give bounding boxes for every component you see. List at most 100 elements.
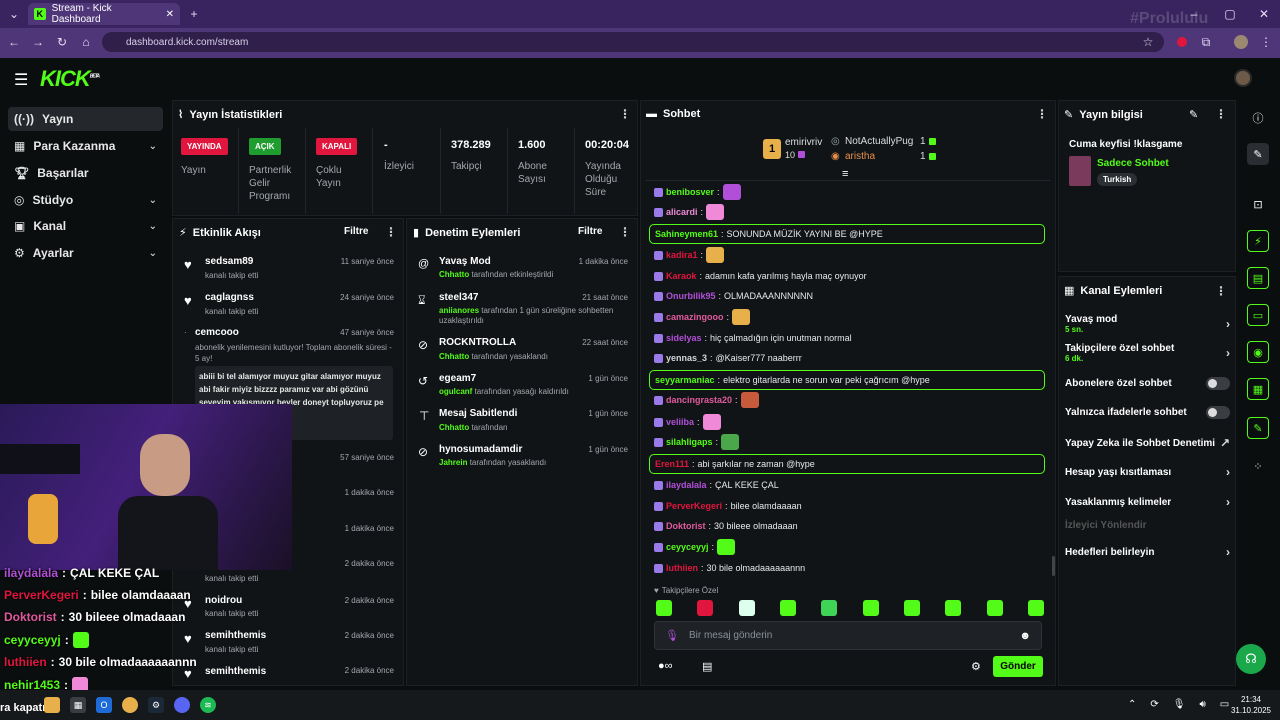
ai-moderation-action[interactable]: Yapay Zeka ile Sohbet Denetimi ↗ — [1065, 436, 1230, 450]
activity-filter-button[interactable]: Filtre — [344, 226, 368, 237]
chat-username[interactable]: seyyarmaniac — [655, 375, 715, 385]
mod-actor[interactable]: Chhatto — [439, 270, 469, 279]
send-button[interactable]: Gönder — [993, 656, 1043, 677]
emote-icon[interactable] — [656, 600, 672, 616]
activity-user[interactable]: caglagnss — [205, 292, 254, 303]
chat-emote-icon[interactable] — [702, 414, 721, 430]
support-headset-icon[interactable]: ☊ — [1236, 644, 1266, 674]
chat-emote-icon[interactable] — [706, 247, 725, 263]
browser-tab[interactable]: K Stream - Kick Dashboard ✕ — [28, 3, 180, 25]
chat-username[interactable]: luthiien — [666, 563, 698, 573]
chat-username[interactable]: ilaydalala — [666, 480, 707, 490]
account-age-action[interactable]: Hesap yaşı kısıtlaması › — [1065, 465, 1230, 479]
info-icon[interactable]: ⓘ — [1247, 107, 1269, 129]
top-gifter-name[interactable]: emirivriv — [785, 137, 822, 148]
lightning-icon[interactable]: ⚡︎ — [1247, 230, 1269, 252]
banned-words-action[interactable]: Yasaklanmış kelimeler › — [1065, 495, 1230, 509]
hamburger-menu-icon[interactable]: ☰ — [14, 70, 28, 90]
user-avatar[interactable] — [1234, 69, 1252, 87]
activity-user[interactable]: cemcooo — [195, 327, 239, 338]
wrench-icon[interactable]: ✎ — [1247, 417, 1269, 439]
volume-icon[interactable]: 🔊︎ — [1199, 699, 1205, 710]
activity-user[interactable]: noidrou — [205, 595, 242, 606]
chat-username[interactable]: camazingooo — [666, 312, 724, 322]
mod-actor[interactable]: Chhatto — [439, 352, 469, 361]
chat-username[interactable]: Sahineymen61 — [655, 229, 718, 239]
chat-username[interactable]: kadira1 — [666, 250, 698, 260]
emote-icon[interactable] — [697, 600, 714, 616]
activity-menu-icon[interactable]: ⋮ — [385, 225, 397, 239]
emotes-only-action[interactable]: Yalnızca ifadelerle sohbet — [1065, 406, 1230, 419]
spotify-icon[interactable]: ≋ — [200, 697, 216, 713]
address-bar[interactable]: dashboard.kick.com/stream — [102, 32, 1164, 52]
minimize-icon[interactable]: – — [1186, 6, 1202, 22]
chat-username[interactable]: yennas_3 — [666, 353, 707, 363]
apps-icon[interactable]: ⁘ — [1247, 455, 1269, 477]
sidebar-item-studyo[interactable]: ◎ Stüdyo ⌄ — [8, 188, 163, 212]
chat-username[interactable]: veliiba — [666, 417, 694, 427]
new-tab-icon[interactable]: + — [186, 6, 202, 22]
microphone-icon[interactable]: 🎙︎ — [1173, 699, 1186, 710]
mod-actor[interactable]: Jahrein — [439, 458, 467, 467]
back-icon[interactable]: ← — [6, 34, 22, 50]
emote-icon[interactable] — [903, 600, 920, 616]
slow-mode-action[interactable]: Yavaş mod 5 sn. › — [1065, 314, 1230, 334]
chat-scrollbar[interactable] — [1052, 556, 1055, 576]
chat-settings-icon[interactable]: ⚙ — [971, 660, 981, 673]
moderation-icon[interactable]: ▦ — [1247, 378, 1269, 400]
activity-user[interactable]: sedsam89 — [205, 256, 253, 267]
extension-icon[interactable] — [1177, 37, 1187, 47]
emote-icon[interactable] — [821, 600, 838, 616]
mod-actor[interactable]: Chhatto — [439, 423, 469, 432]
chat-username[interactable]: ceyyceyyj — [666, 542, 709, 552]
chat-emote-icon[interactable] — [717, 539, 736, 555]
chat-username[interactable]: dancingrasta20 — [666, 395, 732, 405]
sidebar-item-para-kazanma[interactable]: ▦ Para Kazanma ⌄ — [8, 134, 163, 158]
emotes-only-toggle[interactable] — [1206, 406, 1230, 419]
mod-actor[interactable]: aniianores — [439, 306, 479, 315]
steam-icon[interactable]: ⚙ — [148, 697, 164, 713]
chat-username[interactable]: PerverKegeri — [666, 501, 722, 511]
kick-logo[interactable]: KICKBETA — [40, 66, 100, 92]
reload-icon[interactable]: ↻ — [54, 34, 70, 50]
broadcast-icon[interactable]: ◉ — [1247, 341, 1269, 363]
activity-user[interactable]: semihthemis — [205, 666, 266, 677]
chat-emote-icon[interactable] — [740, 392, 759, 408]
mod-actor[interactable]: ogulcanf — [439, 387, 472, 396]
emote-icon[interactable] — [1027, 600, 1044, 616]
chat-username[interactable]: benibosver — [666, 187, 714, 197]
emoji-icon[interactable]: ☻ — [1019, 630, 1031, 642]
chat-username[interactable]: silahligaps — [666, 437, 713, 447]
forward-icon[interactable]: → — [30, 34, 46, 50]
store-icon[interactable]: ▤ — [702, 660, 712, 673]
clock[interactable]: 21:34 31.10.2025 — [1228, 694, 1274, 716]
moderation-filter-button[interactable]: Filtre — [578, 226, 602, 237]
gifter-name[interactable]: NotActuallyPug — [845, 136, 913, 147]
channel-actions-menu-icon[interactable]: ⋮ — [1215, 284, 1227, 298]
chat-icon[interactable]: ▭ — [1247, 304, 1269, 326]
emote-icon[interactable] — [945, 600, 962, 616]
microphone-icon[interactable]: 🎙︎ — [665, 629, 679, 642]
followers-only-action[interactable]: Takipçilere özel sohbet 6 dk. › — [1065, 343, 1230, 363]
category-name[interactable]: Sadece Sohbet — [1097, 158, 1169, 169]
sync-icon[interactable]: ⟳ — [1150, 699, 1158, 710]
close-window-icon[interactable]: ✕ — [1256, 6, 1272, 22]
emote-icon[interactable] — [862, 600, 879, 616]
chat-input[interactable]: 🎙︎ Bir mesaj gönderin ☻ — [654, 621, 1042, 650]
chat-emote-icon[interactable] — [732, 309, 751, 325]
activity-user[interactable]: semihthemis — [205, 630, 266, 641]
outlook-icon[interactable]: O — [96, 697, 112, 713]
moderation-menu-icon[interactable]: ⋮ — [619, 225, 631, 239]
goals-action[interactable]: Hedefleri belirleyin › — [1065, 545, 1230, 559]
bookmark-star-icon[interactable]: ☆ — [1140, 34, 1156, 50]
chat-emote-icon[interactable] — [721, 434, 740, 450]
profile-avatar[interactable] — [1234, 35, 1248, 49]
layout-icon[interactable]: ⊡ — [1247, 193, 1269, 215]
edit-stream-info-icon[interactable]: ✎ — [1189, 108, 1198, 121]
maximize-icon[interactable]: ▢ — [1222, 6, 1238, 22]
chat-username[interactable]: Doktorist — [666, 521, 706, 531]
kicks-icon[interactable]: ●∞ — [658, 660, 673, 672]
chat-username[interactable]: alicardi — [666, 207, 698, 217]
store-icon[interactable]: ▦ — [70, 697, 86, 713]
stream-info-menu-icon[interactable]: ⋮ — [1215, 107, 1227, 121]
